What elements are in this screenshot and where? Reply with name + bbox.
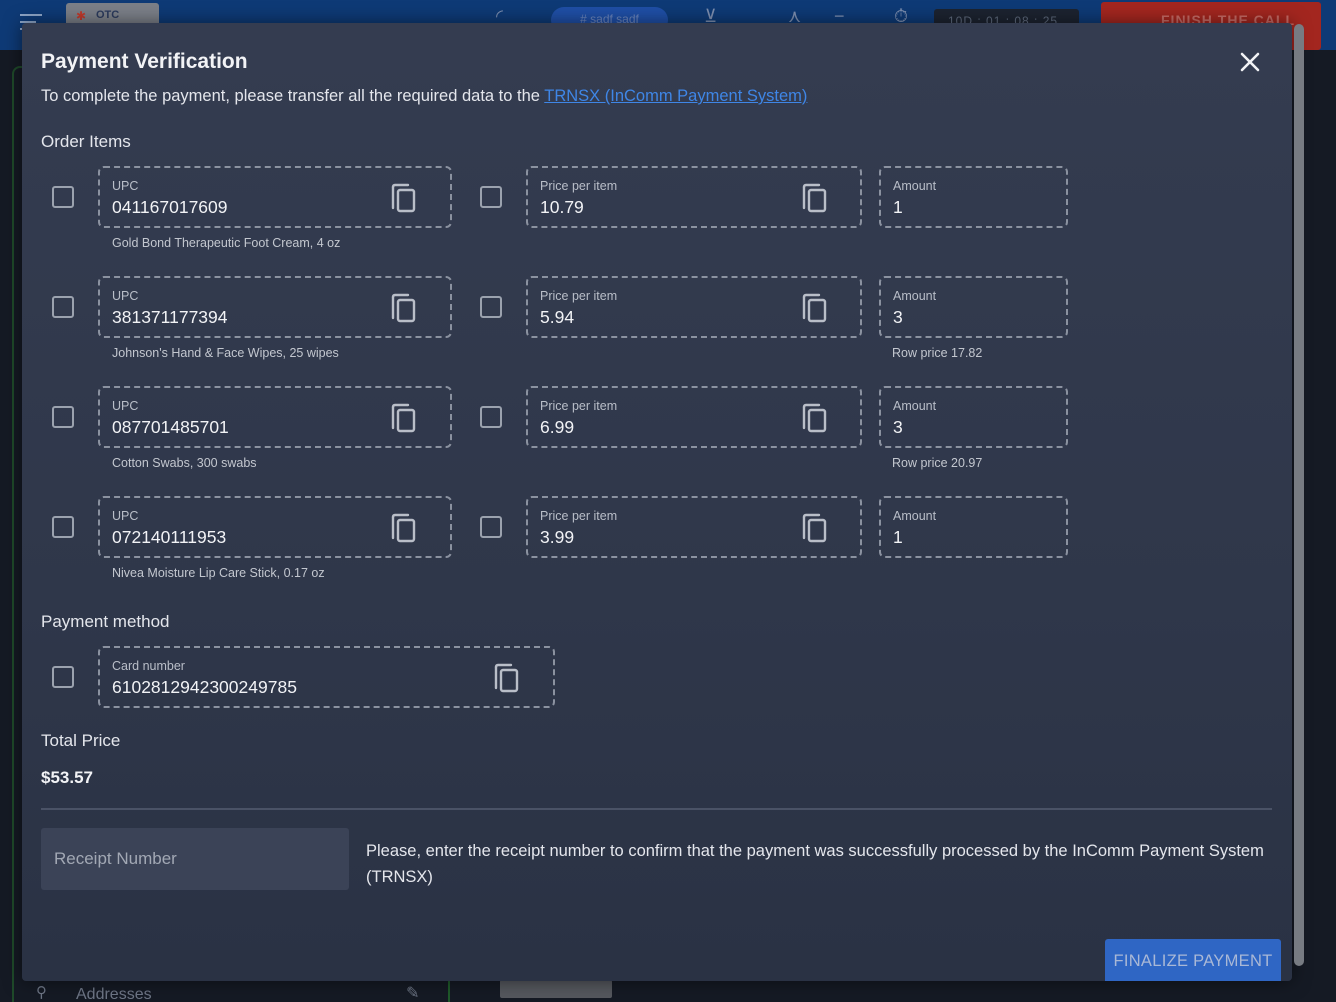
- price-label: Price per item: [540, 399, 618, 413]
- otc-logo-icon: ✱: [76, 9, 87, 23]
- amount-label: Amount: [893, 509, 937, 523]
- upc-field: UPC 072140111953: [98, 496, 452, 558]
- card-number-label: Card number: [112, 659, 185, 673]
- intro-text: To complete the payment, please transfer…: [41, 87, 807, 106]
- otc-tab-label: OTC: [96, 9, 120, 21]
- copy-icon[interactable]: [390, 292, 418, 324]
- amount-value: 1: [893, 197, 903, 217]
- close-icon: [1240, 52, 1260, 72]
- amount-label: Amount: [893, 289, 937, 303]
- row-price: Row price 20.97: [892, 456, 983, 470]
- upc-checkbox[interactable]: [52, 406, 74, 428]
- card-number-checkbox[interactable]: [52, 666, 74, 688]
- copy-icon[interactable]: [390, 182, 418, 214]
- edit-pencil-icon[interactable]: ✎: [406, 983, 419, 1002]
- upc-value: 072140111953: [112, 527, 227, 547]
- upc-field: UPC 381371177394: [98, 276, 452, 338]
- price-checkbox[interactable]: [480, 186, 502, 208]
- amount-field: Amount 1: [879, 496, 1068, 558]
- upc-label: UPC: [112, 179, 139, 193]
- item-name: Cotton Swabs, 300 swabs: [112, 456, 257, 470]
- upc-label: UPC: [112, 399, 139, 413]
- copy-icon[interactable]: [390, 402, 418, 434]
- price-label: Price per item: [540, 509, 618, 523]
- price-label: Price per item: [540, 289, 618, 303]
- amount-label: Amount: [893, 399, 937, 413]
- upc-checkbox[interactable]: [52, 296, 74, 318]
- price-value: 10.79: [540, 197, 584, 217]
- price-field: Price per item 6.99: [526, 386, 862, 448]
- card-number-value: 6102812942300249785: [112, 677, 297, 697]
- amount-field: Amount 3: [879, 386, 1068, 448]
- copy-icon[interactable]: [801, 402, 829, 434]
- copy-icon[interactable]: [801, 512, 829, 544]
- modal-scrollbar[interactable]: [1294, 24, 1304, 966]
- addresses-row[interactable]: ⚲ Addresses ✎: [36, 983, 436, 1002]
- upc-checkbox[interactable]: [52, 186, 74, 208]
- price-field: Price per item 10.79: [526, 166, 862, 228]
- amount-field: Amount 3: [879, 276, 1068, 338]
- trnsx-link[interactable]: TRNSX (InComm Payment System): [544, 87, 807, 105]
- close-button[interactable]: [1237, 49, 1263, 75]
- upc-value: 381371177394: [112, 307, 228, 327]
- background-divider: [448, 980, 450, 1002]
- amount-value: 1: [893, 527, 903, 547]
- upc-label: UPC: [112, 509, 139, 523]
- location-pin-icon: ⚲: [36, 984, 47, 1001]
- upc-label: UPC: [112, 289, 139, 303]
- finalize-payment-button[interactable]: FINALIZE PAYMENT: [1105, 939, 1281, 981]
- divider: [41, 808, 1272, 810]
- copy-icon[interactable]: [493, 662, 521, 694]
- receipt-help-text: Please, enter the receipt number to conf…: [366, 842, 1264, 886]
- price-checkbox[interactable]: [480, 516, 502, 538]
- price-value: 6.99: [540, 417, 575, 437]
- order-items-label: Order Items: [41, 132, 131, 151]
- upc-field: UPC 041167017609: [98, 166, 452, 228]
- intro-text-body: To complete the payment, please transfer…: [41, 87, 545, 105]
- upc-value: 041167017609: [112, 197, 228, 217]
- amount-label: Amount: [893, 179, 937, 193]
- payment-verification-modal: Payment Verification To complete the pay…: [22, 23, 1292, 981]
- price-label: Price per item: [540, 179, 618, 193]
- price-value: 5.94: [540, 307, 575, 327]
- background-thumbnail: [500, 980, 612, 998]
- copy-icon[interactable]: [390, 512, 418, 544]
- total-price-label: Total Price: [41, 731, 121, 750]
- modal-title: Payment Verification: [41, 50, 248, 73]
- row-price: Row price 17.82: [892, 346, 983, 360]
- amount-value: 3: [893, 417, 903, 437]
- upc-field: UPC 087701485701: [98, 386, 452, 448]
- card-number-field: Card number 6102812942300249785: [98, 646, 555, 708]
- price-checkbox[interactable]: [480, 296, 502, 318]
- item-name: Gold Bond Therapeutic Foot Cream, 4 oz: [112, 236, 341, 250]
- receipt-number-input[interactable]: [41, 828, 349, 890]
- price-value: 3.99: [540, 527, 575, 547]
- copy-icon[interactable]: [801, 182, 829, 214]
- payment-method-label: Payment method: [41, 612, 170, 631]
- total-price-value: $53.57: [41, 768, 93, 787]
- item-name: Johnson's Hand & Face Wipes, 25 wipes: [112, 346, 339, 360]
- price-checkbox[interactable]: [480, 406, 502, 428]
- copy-icon[interactable]: [801, 292, 829, 324]
- price-field: Price per item 3.99: [526, 496, 862, 558]
- addresses-label: Addresses: [76, 986, 152, 1002]
- amount-field: Amount 1: [879, 166, 1068, 228]
- upc-value: 087701485701: [112, 417, 229, 437]
- amount-value: 3: [893, 307, 903, 327]
- upc-checkbox[interactable]: [52, 516, 74, 538]
- price-field: Price per item 5.94: [526, 276, 862, 338]
- item-name: Nivea Moisture Lip Care Stick, 0.17 oz: [112, 566, 325, 580]
